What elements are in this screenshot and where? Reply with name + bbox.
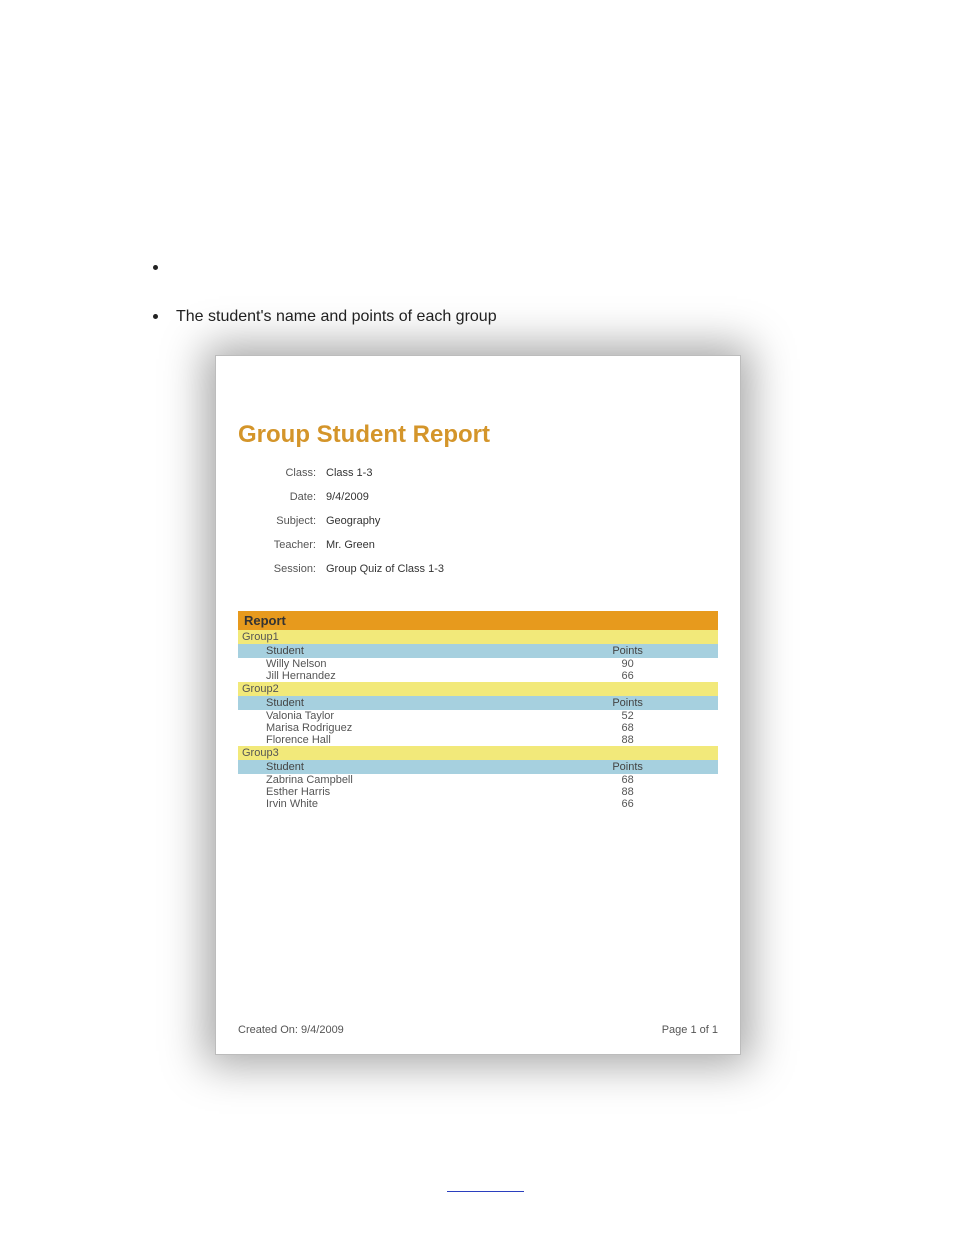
group-name: Group1	[238, 630, 718, 644]
meta-value: Geography	[326, 515, 380, 527]
meta-label: Class:	[238, 467, 326, 479]
document-page: The student's name and points of each gr…	[0, 0, 954, 1235]
created-value: 9/4/2009	[301, 1024, 344, 1036]
student-points: 88	[537, 786, 718, 798]
student-name: Valonia Taylor	[238, 710, 537, 722]
col-student: Student	[238, 697, 537, 709]
group-name: Group2	[238, 682, 718, 696]
col-points: Points	[537, 761, 718, 773]
column-header: StudentPoints	[238, 644, 718, 658]
section-header: Report	[238, 611, 718, 630]
meta-label: Teacher:	[238, 539, 326, 551]
spacer	[238, 810, 718, 1024]
report-sheet-container: Group Student Report Class: Class 1-3 Da…	[215, 355, 741, 1055]
table-row: Florence Hall88	[238, 734, 718, 746]
meta-label: Subject:	[238, 515, 326, 527]
meta-value: Mr. Green	[326, 539, 375, 551]
meta-row-subject: Subject: Geography	[238, 515, 718, 527]
student-points: 68	[537, 722, 718, 734]
meta-row-teacher: Teacher: Mr. Green	[238, 539, 718, 551]
bullet-item	[170, 256, 497, 277]
student-points: 68	[537, 774, 718, 786]
table-row: Zabrina Campbell68	[238, 774, 718, 786]
bullet-item: The student's name and points of each gr…	[170, 305, 497, 326]
report-meta: Class: Class 1-3 Date: 9/4/2009 Subject:…	[238, 467, 718, 587]
table-row: Willy Nelson90	[238, 658, 718, 670]
report-sheet: Group Student Report Class: Class 1-3 Da…	[215, 355, 741, 1055]
bullet-list: The student's name and points of each gr…	[130, 256, 497, 354]
student-points: 66	[537, 670, 718, 682]
table-row: Valonia Taylor52	[238, 710, 718, 722]
student-name: Florence Hall	[238, 734, 537, 746]
student-name: Willy Nelson	[238, 658, 537, 670]
meta-value: Group Quiz of Class 1-3	[326, 563, 444, 575]
table-row: Esther Harris88	[238, 786, 718, 798]
table-row: Marisa Rodriguez68	[238, 722, 718, 734]
meta-label: Session:	[238, 563, 326, 575]
column-header: StudentPoints	[238, 760, 718, 774]
meta-label: Date:	[238, 491, 326, 503]
report-title: Group Student Report	[238, 421, 718, 449]
student-points: 88	[537, 734, 718, 746]
bullet-text: The student's name and points of each gr…	[176, 308, 497, 325]
student-name: Jill Hernandez	[238, 670, 537, 682]
student-points: 66	[537, 798, 718, 810]
page-indicator: Page 1 of 1	[662, 1024, 718, 1036]
student-name: Esther Harris	[238, 786, 537, 798]
student-name: Zabrina Campbell	[238, 774, 537, 786]
groups-container: Group1StudentPointsWilly Nelson90Jill He…	[238, 630, 718, 810]
created-on: Created On: 9/4/2009	[238, 1024, 344, 1036]
table-row: Irvin White66	[238, 798, 718, 810]
col-student: Student	[238, 761, 537, 773]
table-row: Jill Hernandez66	[238, 670, 718, 682]
col-student: Student	[238, 645, 537, 657]
created-label: Created On:	[238, 1024, 298, 1036]
group-name: Group3	[238, 746, 718, 760]
meta-row-session: Session: Group Quiz of Class 1-3	[238, 563, 718, 575]
report-footer: Created On: 9/4/2009 Page 1 of 1	[238, 1024, 718, 1036]
col-points: Points	[537, 697, 718, 709]
student-points: 52	[537, 710, 718, 722]
hyperlink-underline	[447, 1190, 524, 1192]
student-name: Marisa Rodriguez	[238, 722, 537, 734]
meta-value: 9/4/2009	[326, 491, 369, 503]
student-name: Irvin White	[238, 798, 537, 810]
column-header: StudentPoints	[238, 696, 718, 710]
meta-value: Class 1-3	[326, 467, 372, 479]
meta-row-date: Date: 9/4/2009	[238, 491, 718, 503]
student-points: 90	[537, 658, 718, 670]
meta-row-class: Class: Class 1-3	[238, 467, 718, 479]
col-points: Points	[537, 645, 718, 657]
